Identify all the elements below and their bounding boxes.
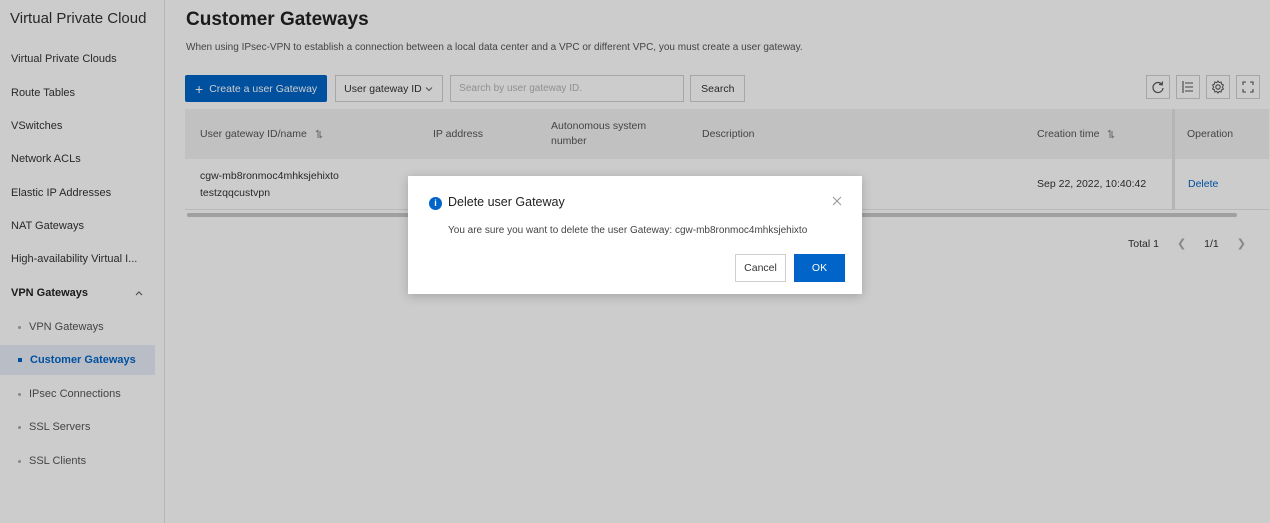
info-icon: i [429,197,442,210]
dialog-title: Delete user Gateway [448,195,565,209]
close-icon[interactable] [832,196,842,206]
ok-button[interactable]: OK [794,254,845,282]
delete-dialog: i Delete user Gateway You are sure you w… [408,176,862,294]
cancel-button[interactable]: Cancel [735,254,786,282]
dialog-message: You are sure you want to delete the user… [448,225,808,236]
